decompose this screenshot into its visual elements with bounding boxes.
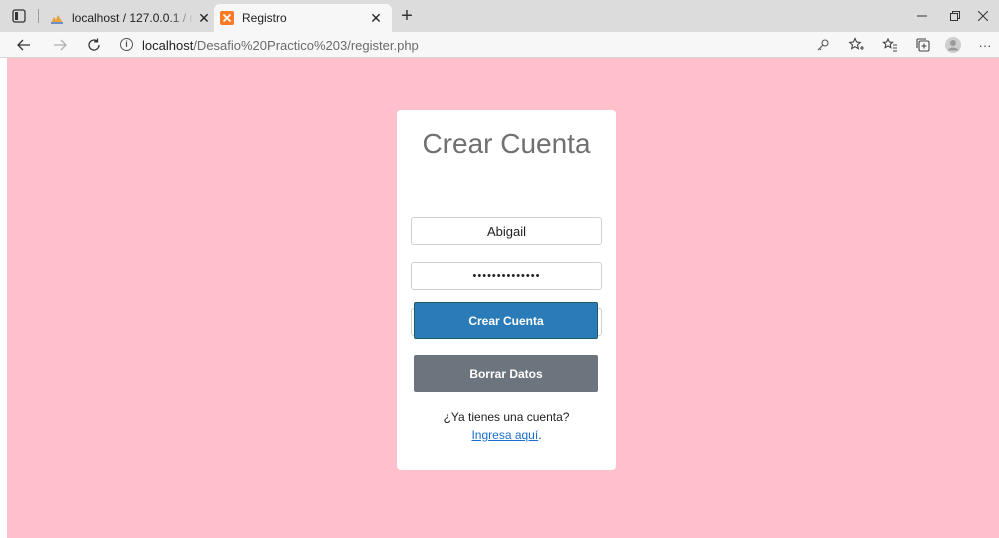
login-line: Ingresa aquí. [397, 428, 616, 442]
account-prompt: ¿Ya tienes una cuenta? [443, 410, 570, 424]
tab-title: localhost / 127.0.0.1 / recetas_co [72, 11, 194, 25]
address-bar[interactable]: localhost/Desafio%20Practico%203/registe… [142, 38, 419, 53]
close-window-button[interactable] [964, 0, 999, 32]
new-tab-button[interactable]: + [396, 5, 418, 27]
back-icon[interactable] [14, 35, 34, 55]
url-host: localhost [142, 38, 194, 53]
tab-separator [38, 9, 39, 23]
collections-icon[interactable] [914, 36, 932, 54]
forward-icon[interactable] [50, 35, 70, 55]
browser-toolbar: i localhost/Desafio%20Practico%203/regis… [0, 32, 999, 58]
add-favorite-icon[interactable] [847, 36, 865, 54]
username-field[interactable] [411, 217, 602, 245]
create-account-button[interactable]: Crear Cuenta [414, 302, 598, 339]
tab-title: Registro [242, 11, 287, 25]
tab-actions-icon[interactable] [12, 9, 26, 23]
page-title: Crear Cuenta [422, 128, 591, 159]
url-path: /Desafio%20Practico%203/register.php [193, 38, 419, 53]
close-tab-icon[interactable]: ✕ [194, 8, 214, 28]
xampp-icon [220, 11, 234, 25]
profile-icon[interactable] [944, 36, 962, 54]
site-info-icon[interactable]: i [120, 38, 133, 51]
favorites-icon[interactable] [881, 36, 899, 54]
login-link[interactable]: Ingresa aquí [471, 428, 538, 442]
login-suffix: . [538, 428, 542, 442]
clear-data-button[interactable]: Borrar Datos [414, 355, 598, 392]
key-icon[interactable] [814, 36, 832, 54]
register-card: Crear Cuenta Crear Cuenta Borrar Datos ¿… [397, 110, 616, 470]
tab-phpmyadmin[interactable]: localhost / 127.0.0.1 / recetas_co ✕ [44, 4, 220, 32]
password-field[interactable] [411, 262, 602, 290]
tab-registro[interactable]: Registro ✕ [214, 4, 392, 32]
phpmyadmin-icon [50, 11, 64, 25]
page-viewport: Crear Cuenta Crear Cuenta Borrar Datos ¿… [7, 58, 999, 538]
more-icon[interactable]: ··· [976, 36, 994, 54]
tab-strip: localhost / 127.0.0.1 / recetas_co ✕ Reg… [0, 0, 999, 32]
refresh-icon[interactable] [84, 35, 104, 55]
close-tab-icon[interactable]: ✕ [366, 8, 386, 28]
